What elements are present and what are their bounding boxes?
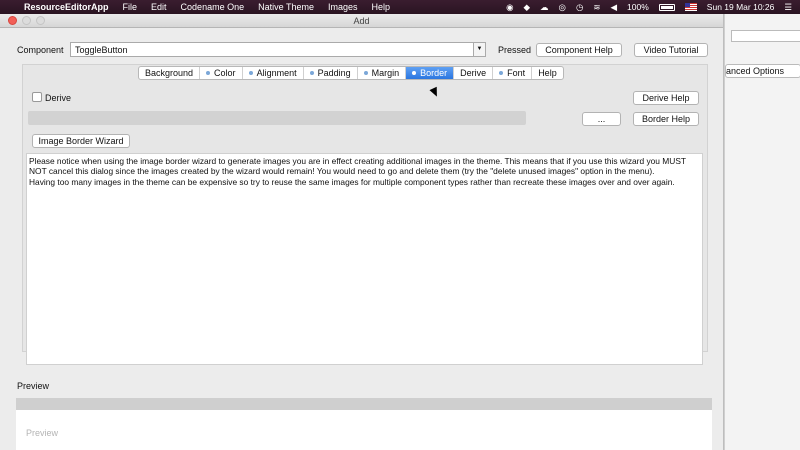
component-help-button[interactable]: Component Help [536, 43, 622, 57]
tab-label: Alignment [256, 68, 297, 78]
tab-label: Border [420, 68, 448, 78]
tab-label: Margin [371, 68, 400, 78]
menu-edit[interactable]: Edit [151, 2, 167, 12]
tab-label: Background [145, 68, 194, 78]
dot-icon [206, 71, 211, 75]
close-icon[interactable] [8, 16, 17, 25]
background-field[interactable] [731, 30, 800, 42]
tab-padding[interactable]: Padding [304, 67, 358, 79]
notice-paragraph-2: Having too many images in the theme can … [29, 176, 675, 187]
tab-background[interactable]: Background [139, 67, 201, 79]
tab-label: Padding [317, 68, 351, 78]
derive-checkbox[interactable] [32, 92, 42, 102]
menu-native-theme[interactable]: Native Theme [258, 2, 314, 12]
maximize-icon[interactable] [36, 16, 45, 25]
dot-icon [363, 71, 368, 75]
dot-icon [248, 71, 253, 75]
tab-label: Derive [460, 68, 487, 78]
tab-derive[interactable]: Derive [454, 67, 494, 79]
notice-textarea[interactable]: Please notice when using the image borde… [26, 153, 703, 365]
cloud-icon[interactable]: ☁ [540, 2, 549, 13]
component-combo[interactable]: ToggleButton ▼ [70, 42, 486, 57]
notice-paragraph-1: Please notice when using the image borde… [29, 156, 686, 177]
menu-help[interactable]: Help [371, 2, 390, 12]
tab-label: Help [538, 68, 557, 78]
flag-icon[interactable] [684, 3, 697, 11]
creative-cloud-icon[interactable]: ◎ [559, 2, 566, 13]
battery-icon[interactable] [658, 3, 675, 11]
preview-area: Preview [16, 410, 712, 450]
preview-label: Preview [17, 381, 50, 391]
volume-icon[interactable]: ◀ [611, 2, 618, 13]
time-machine-icon[interactable]: ◷ [576, 2, 583, 13]
menu-file[interactable]: File [123, 2, 138, 12]
wifi-icon[interactable]: ≋ [593, 2, 600, 13]
tab-help[interactable]: Help [532, 67, 563, 79]
style-tabs: Background Color Alignment Padding Margi… [138, 66, 564, 80]
chevron-down-icon[interactable]: ▼ [473, 43, 485, 56]
tab-label: Color [214, 68, 236, 78]
component-value: ToggleButton [75, 45, 128, 55]
tab-border[interactable]: Border [406, 67, 455, 79]
dot-icon [499, 71, 504, 75]
border-help-button[interactable]: Border Help [633, 112, 699, 126]
dot-icon [412, 71, 417, 75]
image-border-wizard-button[interactable]: Image Border Wizard [32, 134, 130, 148]
advanced-options-button[interactable]: anced Options [725, 64, 800, 78]
preview-component[interactable]: Preview [26, 428, 58, 438]
dot-icon [309, 71, 314, 75]
ellipsis-button[interactable]: ... [582, 112, 621, 126]
window-controls [8, 16, 45, 25]
menu-bar: ResourceEditorApp File Edit Codename One… [0, 0, 800, 14]
component-label: Component [17, 45, 64, 55]
derive-label: Derive [45, 93, 72, 103]
battery-percent[interactable]: 100% [627, 2, 649, 12]
list-icon[interactable]: ☰ [784, 2, 792, 13]
derive-help-button[interactable]: Derive Help [633, 91, 699, 105]
record-icon[interactable]: ◉ [506, 2, 513, 13]
tab-margin[interactable]: Margin [358, 67, 407, 79]
dialog-title: Add [353, 16, 370, 26]
tab-label: Font [507, 68, 526, 78]
minimize-icon[interactable] [22, 16, 31, 25]
border-preview-bar [28, 111, 526, 125]
status-area: ◉ ◆ ☁ ◎ ◷ ≋ ◀ 100% Sun 19 Mar 10:26 ☰ [506, 0, 792, 14]
tab-font[interactable]: Font [493, 67, 533, 79]
tab-alignment[interactable]: Alignment [243, 67, 304, 79]
pressed-label: Pressed [498, 45, 532, 55]
menu-codename-one[interactable]: Codename One [181, 2, 245, 12]
dialog-titlebar: Add [0, 14, 723, 28]
datetime[interactable]: Sun 19 Mar 10:26 [707, 2, 775, 12]
tab-color[interactable]: Color [200, 67, 243, 79]
menu-images[interactable]: Images [328, 2, 358, 12]
video-tutorial-button[interactable]: Video Tutorial [634, 43, 708, 57]
dropbox-icon[interactable]: ◆ [523, 2, 530, 13]
background-window: anced Options [724, 14, 800, 450]
preview-bar [16, 398, 712, 410]
menu-app-name[interactable]: ResourceEditorApp [24, 2, 109, 12]
